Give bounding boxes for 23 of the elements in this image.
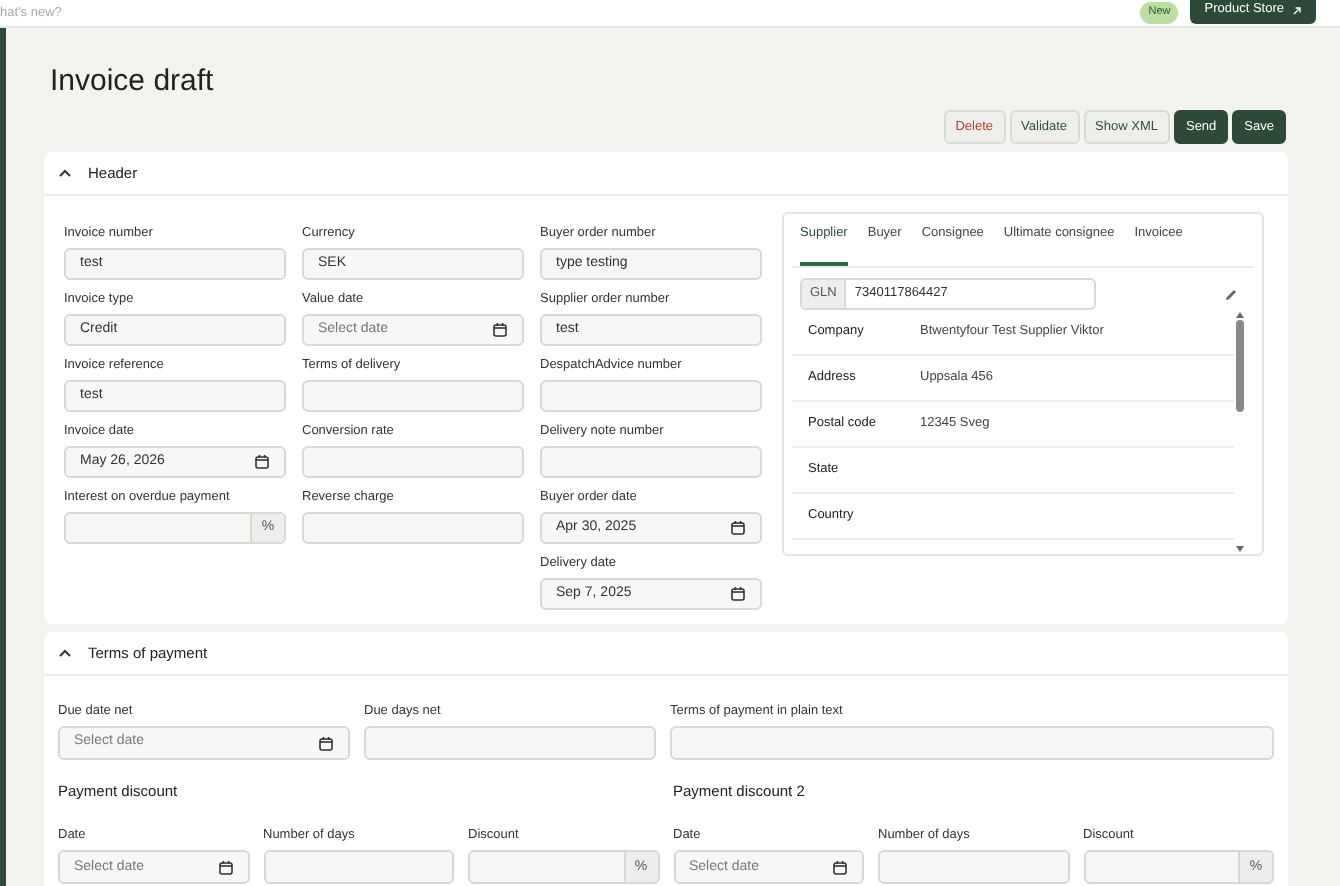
calendar-icon — [730, 586, 746, 602]
page-title: Invoice draft — [50, 64, 216, 100]
scroll-down-icon[interactable] — [1236, 546, 1244, 552]
pencil-icon[interactable] — [1224, 287, 1238, 301]
calendar-icon — [730, 520, 746, 536]
input-field[interactable] — [263, 850, 454, 885]
calendar-icon — [254, 454, 270, 470]
chevron-icon[interactable] — [58, 648, 72, 658]
input-field[interactable] — [364, 726, 656, 760]
chevron-icon[interactable] — [58, 168, 72, 178]
input-field[interactable] — [878, 850, 1069, 885]
calendar-icon — [832, 859, 848, 876]
input-field[interactable] — [670, 726, 1274, 760]
input-field[interactable] — [540, 380, 762, 412]
input-field[interactable] — [302, 446, 524, 478]
external-link-icon — [1292, 5, 1302, 15]
scrollbar-thumb[interactable] — [1236, 320, 1244, 412]
input-field[interactable] — [302, 380, 524, 412]
calendar-icon — [318, 735, 334, 751]
calendar-icon — [217, 859, 233, 876]
calendar-icon — [492, 322, 508, 338]
input-field[interactable] — [540, 446, 762, 478]
input-field[interactable] — [302, 512, 524, 544]
